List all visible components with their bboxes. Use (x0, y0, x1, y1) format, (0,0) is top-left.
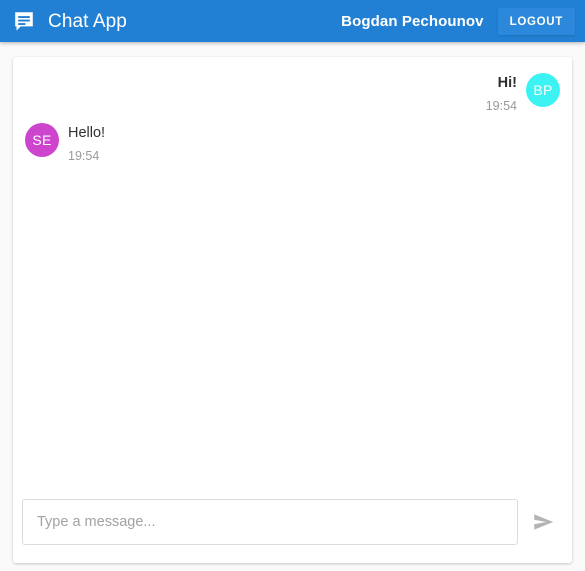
avatar: BP (526, 73, 560, 107)
message-text: Hello! (68, 124, 106, 141)
current-username: Bogdan Pechounov (341, 12, 484, 30)
chat-card: Hi! 19:54 BP SE Hello! 19:54 (13, 57, 572, 563)
message-list[interactable]: Hi! 19:54 BP SE Hello! 19:54 (13, 57, 572, 489)
message-input[interactable] (22, 499, 518, 545)
message-body: Hi! 19:54 (486, 73, 517, 113)
message-composer (13, 489, 572, 563)
app-brand: Chat App (8, 9, 127, 33)
message-text: Hi! (497, 75, 517, 91)
message-timestamp: 19:54 (485, 99, 517, 114)
app-header: Chat App Bogdan Pechounov LOGOUT (0, 0, 585, 42)
app-title: Chat App (48, 10, 127, 32)
app-header-right: Bogdan Pechounov LOGOUT (341, 7, 575, 35)
send-arrow-icon (533, 513, 555, 531)
message-row: SE Hello! 19:54 (25, 122, 560, 163)
message-row: Hi! 19:54 BP (25, 73, 560, 113)
message-body: Hello! 19:54 (68, 123, 105, 163)
avatar: SE (25, 122, 59, 157)
send-button[interactable] (524, 502, 564, 542)
chat-bubble-icon (8, 9, 36, 33)
logout-button[interactable]: LOGOUT (497, 7, 575, 35)
message-timestamp: 19:54 (68, 149, 100, 164)
